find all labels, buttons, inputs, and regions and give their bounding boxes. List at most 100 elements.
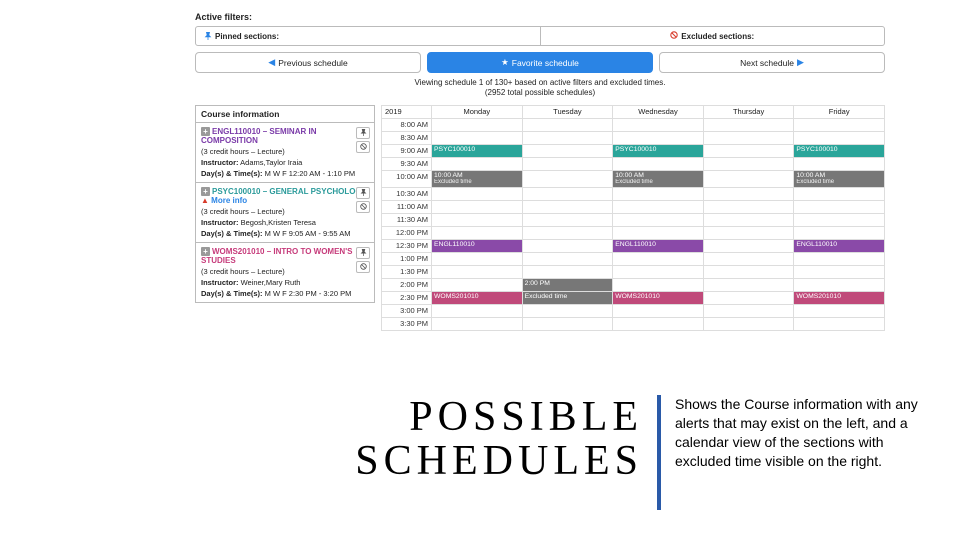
calendar-cell[interactable] [432,132,523,145]
course-title: +PSYC100010 – GENERAL PSYCHOLOGY ▲ More … [201,187,369,205]
calendar-cell[interactable] [704,279,795,292]
calendar-block[interactable]: ENGL110010 [794,240,885,253]
more-info-link[interactable]: More info [211,196,247,205]
calendar-block[interactable]: PSYC100010 [432,145,523,158]
calendar-cell[interactable] [704,240,795,253]
calendar-cell[interactable] [794,266,885,279]
pin-button[interactable] [356,187,370,199]
calendar-cell[interactable] [523,132,614,145]
calendar-cell[interactable] [794,201,885,214]
calendar-cell[interactable] [613,318,704,331]
calendar-cell[interactable] [613,305,704,318]
pinned-sections-cell[interactable]: Pinned sections: [196,27,540,45]
calendar-cell[interactable] [794,279,885,292]
calendar-cell[interactable] [613,132,704,145]
calendar-cell[interactable] [704,188,795,201]
calendar-block[interactable]: WOMS201010 [794,292,885,305]
calendar-cell[interactable] [432,201,523,214]
calendar-block[interactable]: 10:00 AMExcluded time [794,171,885,188]
calendar-cell[interactable] [523,253,614,266]
calendar-cell[interactable] [704,171,795,188]
course-actions [356,187,370,213]
next-schedule-button[interactable]: Next schedule▶ [659,52,885,73]
calendar-block[interactable]: WOMS201010 [613,292,704,305]
calendar-block[interactable]: PSYC100010 [794,145,885,158]
calendar-cell[interactable] [613,119,704,132]
calendar-cell[interactable] [432,305,523,318]
calendar-cell[interactable] [794,132,885,145]
calendar-cell[interactable] [523,318,614,331]
calendar-cell[interactable] [794,227,885,240]
calendar-cell[interactable] [613,227,704,240]
calendar-cell[interactable] [613,214,704,227]
exclude-button[interactable] [356,261,370,273]
calendar-cell[interactable] [794,119,885,132]
exclude-button[interactable] [356,141,370,153]
calendar-cell[interactable] [794,318,885,331]
calendar-cell[interactable] [523,227,614,240]
calendar-cell[interactable] [432,188,523,201]
calendar-block[interactable]: ENGL110010 [432,240,523,253]
calendar-cell[interactable] [704,132,795,145]
calendar-cell[interactable] [704,227,795,240]
calendar-grid: 2019MondayTuesdayWednesdayThursdayFriday… [381,105,885,331]
calendar-block[interactable]: WOMS201010 [432,292,523,305]
calendar-cell[interactable] [523,201,614,214]
pin-button[interactable] [356,127,370,139]
calendar-cell[interactable] [613,158,704,171]
calendar-cell[interactable] [704,253,795,266]
calendar-cell[interactable] [523,158,614,171]
calendar-cell[interactable] [432,266,523,279]
expand-icon[interactable]: + [201,247,210,256]
calendar-cell[interactable] [794,188,885,201]
calendar-cell[interactable] [704,292,795,305]
calendar-cell[interactable] [704,318,795,331]
pin-button[interactable] [356,247,370,259]
expand-icon[interactable]: + [201,127,210,136]
calendar-cell[interactable] [704,266,795,279]
calendar-cell[interactable] [704,214,795,227]
calendar-cell[interactable] [432,253,523,266]
expand-icon[interactable]: + [201,187,210,196]
excluded-sections-cell[interactable]: Excluded sections: [540,27,885,45]
calendar-cell[interactable] [704,201,795,214]
calendar-cell[interactable] [613,188,704,201]
calendar-cell[interactable] [523,266,614,279]
calendar-cell[interactable] [613,253,704,266]
calendar-cell[interactable] [523,240,614,253]
course-card: +ENGL110010 – SEMINAR IN COMPOSITION (3 … [195,123,375,183]
calendar-cell[interactable] [432,279,523,292]
calendar-cell[interactable] [704,145,795,158]
calendar-cell[interactable] [523,188,614,201]
calendar-cell[interactable] [432,158,523,171]
calendar-cell[interactable] [432,318,523,331]
calendar-cell[interactable] [794,305,885,318]
calendar-block[interactable]: 10:00 AMExcluded time [613,171,704,188]
calendar-cell[interactable] [523,119,614,132]
calendar-cell[interactable] [523,305,614,318]
calendar-cell[interactable] [613,201,704,214]
calendar-block[interactable]: 2:00 PM [523,279,614,292]
calendar-cell[interactable] [613,279,704,292]
calendar-cell[interactable] [794,253,885,266]
calendar-cell[interactable] [704,158,795,171]
calendar-cell[interactable] [523,171,614,188]
calendar-cell[interactable] [432,119,523,132]
calendar-cell[interactable] [794,214,885,227]
calendar-block[interactable]: ENGL110010 [613,240,704,253]
calendar-block[interactable]: 10:00 AMExcluded time [432,171,523,188]
calendar-cell[interactable] [613,266,704,279]
exclude-button[interactable] [356,201,370,213]
calendar-cell[interactable] [704,119,795,132]
calendar-block[interactable]: PSYC100010 [613,145,704,158]
calendar-cell[interactable] [523,145,614,158]
calendar-cell[interactable] [432,214,523,227]
previous-schedule-button[interactable]: ◀Previous schedule [195,52,421,73]
calendar-time-label: 12:00 PM [382,227,432,240]
favorite-schedule-button[interactable]: ★Favorite schedule [427,52,653,73]
calendar-cell[interactable] [794,158,885,171]
calendar-block[interactable]: Excluded time [523,292,614,305]
calendar-cell[interactable] [523,214,614,227]
calendar-cell[interactable] [704,305,795,318]
calendar-cell[interactable] [432,227,523,240]
